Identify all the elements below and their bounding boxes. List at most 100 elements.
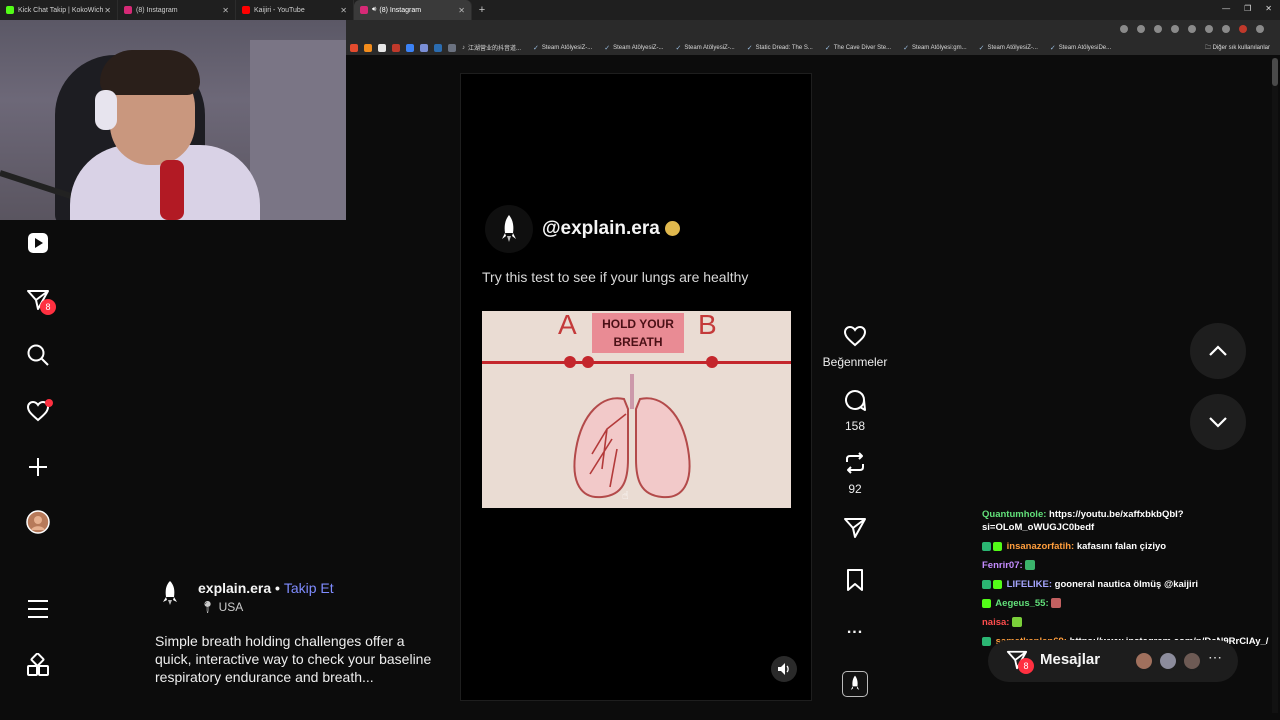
- next-reel-button[interactable]: [1190, 394, 1246, 450]
- webcam-background: [250, 40, 346, 220]
- bookmark-item[interactable]: ✓ Steam AtölyesiDe...: [1050, 44, 1111, 52]
- notification-dot: [45, 399, 53, 407]
- previous-reel-button[interactable]: [1190, 323, 1246, 379]
- page-scrollbar[interactable]: [1272, 58, 1278, 713]
- steam-icon: ✓: [533, 44, 539, 52]
- location-line: 📍︎ USA: [200, 600, 243, 614]
- author-username[interactable]: explain.era: [198, 580, 271, 596]
- create-plus-icon[interactable]: [26, 455, 50, 479]
- close-icon[interactable]: ✕: [340, 6, 347, 15]
- browser-tab[interactable]: Kaijiri - YouTube ✕: [236, 0, 354, 20]
- settings-icon[interactable]: [1222, 25, 1230, 33]
- reels-icon[interactable]: [26, 231, 50, 255]
- menu-icon[interactable]: [1256, 25, 1264, 33]
- bookmark-item[interactable]: ✓ Steam AtölyesiZ-...: [533, 44, 592, 52]
- like-action[interactable]: Beğenmeler: [815, 324, 895, 369]
- close-icon[interactable]: ✕: [104, 6, 111, 15]
- bookmark-icon[interactable]: [406, 43, 414, 52]
- search-icon[interactable]: [26, 343, 50, 367]
- tab-label: Kick Chat Takip | KokoWich: [18, 6, 104, 14]
- emote-icon: [1051, 598, 1062, 609]
- bookmark-icon[interactable]: [378, 43, 386, 52]
- chat-message: LIFELIKE: gooneral nautica ölmüş @kaijir…: [982, 578, 1280, 591]
- bookmark-item[interactable]: ✓ Steam AtölyesiZ-...: [604, 44, 663, 52]
- timer-dot: [564, 356, 576, 368]
- extension-icon[interactable]: [1120, 25, 1128, 33]
- more-icon[interactable]: ⋯: [1208, 649, 1222, 666]
- verified-badge-icon: [664, 221, 680, 237]
- mute-toggle-button[interactable]: [771, 656, 797, 682]
- comment-icon: [845, 390, 866, 411]
- reel-video[interactable]: @explain.era Try this test to see if you…: [460, 73, 812, 701]
- messages-badge: 8: [1018, 658, 1034, 674]
- rocket-logo-icon: [850, 675, 860, 690]
- bookmark-icon: [847, 569, 863, 591]
- other-bookmarks[interactable]: 🗀︎ Diğer sık kullanılanlar: [1205, 43, 1270, 53]
- bookmarks-bar: ♪ 江湖营业的抖音道... ✓ Steam AtölyesiZ-... ✓ Steam…: [346, 40, 1280, 55]
- avatar: [1134, 651, 1154, 671]
- zoom-icon[interactable]: [1137, 25, 1145, 33]
- extension-icon[interactable]: [1171, 25, 1179, 33]
- bookmark-icon[interactable]: [364, 43, 372, 52]
- chevron-up-icon: [1209, 345, 1227, 356]
- stream-chat-overlay: Quantumhole: https://youtu.be/xaffxbkbQb…: [982, 508, 1280, 654]
- profile-icon[interactable]: [1239, 25, 1247, 33]
- scrollbar-thumb[interactable]: [1272, 58, 1278, 86]
- bookmark-item[interactable]: ✓ Static Dread: The S...: [747, 44, 813, 52]
- maximize-icon[interactable]: ❐: [1244, 4, 1251, 13]
- browser-tab[interactable]: Kick Chat Takip | KokoWich ✕: [0, 0, 118, 20]
- bookmark-item[interactable]: ✓ Steam AtölyesiZ-...: [675, 44, 734, 52]
- browser-tab-active[interactable]: 🔊︎ (8) Instagram ✕: [354, 0, 472, 20]
- youtube-favicon-icon: [242, 6, 250, 14]
- bookmark-icon[interactable]: [392, 43, 400, 52]
- more-apps-icon[interactable]: [26, 653, 50, 677]
- author-line: explain.era • Takip Et: [198, 580, 334, 596]
- bookmark-icon[interactable]: [448, 43, 456, 52]
- repost-action[interactable]: 92: [815, 451, 895, 496]
- messages-bar[interactable]: 8 Mesajlar ⋯: [988, 640, 1238, 682]
- kick-badge-icon: [993, 579, 1002, 589]
- close-window-icon[interactable]: ✕: [1265, 4, 1272, 13]
- comment-action[interactable]: 158: [815, 388, 895, 433]
- tab-label: (8) Instagram: [136, 6, 178, 14]
- steam-icon: ✓: [604, 44, 611, 52]
- hamburger-menu-icon[interactable]: [26, 597, 50, 621]
- tab-label: Kaijiri - YouTube: [254, 6, 305, 14]
- window-controls: — ❐ ✕: [1222, 4, 1272, 13]
- browser-tab[interactable]: (8) Instagram ✕: [118, 0, 236, 20]
- extension-icon[interactable]: [1188, 25, 1196, 33]
- bookmark-item[interactable]: ♪ 江湖营业的抖音道...: [462, 43, 521, 53]
- webcam-microphone: [160, 160, 184, 220]
- bookmark-item[interactable]: ✓ Steam AtölyesiZ-...: [979, 44, 1038, 52]
- bookmark-item[interactable]: ✓ Steam Atölyesi:gm...: [903, 44, 967, 52]
- webcam-headphones: [95, 90, 117, 130]
- star-icon[interactable]: [1154, 25, 1162, 33]
- bookmark-item[interactable]: ✓ The Cave Diver Ste...: [825, 44, 891, 52]
- chevron-down-icon: [1209, 417, 1227, 428]
- minimize-icon[interactable]: —: [1222, 4, 1230, 13]
- chat-message: Aegeus_55:: [982, 597, 1280, 610]
- webcam-person-hair: [100, 50, 200, 95]
- post-caption[interactable]: Simple breath holding challenges offer a…: [155, 632, 435, 686]
- refresh-icon[interactable]: [1205, 25, 1213, 33]
- location-label[interactable]: USA: [219, 600, 244, 614]
- bookmark-icon[interactable]: [434, 43, 442, 52]
- hand-cursor-icon: ☝︎: [622, 490, 629, 502]
- chat-username: insanazorfatih:: [1006, 541, 1075, 552]
- reel-audio-button[interactable]: [842, 671, 868, 697]
- reels-notification-badge: 8: [40, 299, 56, 315]
- author-avatar[interactable]: [155, 578, 185, 608]
- share-action[interactable]: [815, 516, 895, 545]
- rocket-logo-icon: [485, 205, 533, 253]
- new-tab-button[interactable]: +: [472, 4, 492, 16]
- profile-avatar[interactable]: [26, 510, 50, 534]
- follow-button[interactable]: Takip Et: [284, 580, 334, 596]
- steam-icon: ✓: [824, 44, 831, 52]
- save-action[interactable]: [815, 568, 895, 597]
- bookmark-icon[interactable]: [350, 43, 358, 52]
- kick-badge-icon: [982, 598, 991, 608]
- close-icon[interactable]: ✕: [458, 6, 465, 15]
- bookmark-icon[interactable]: [420, 43, 428, 52]
- more-options-button[interactable]: ...: [815, 620, 895, 638]
- close-icon[interactable]: ✕: [222, 6, 229, 15]
